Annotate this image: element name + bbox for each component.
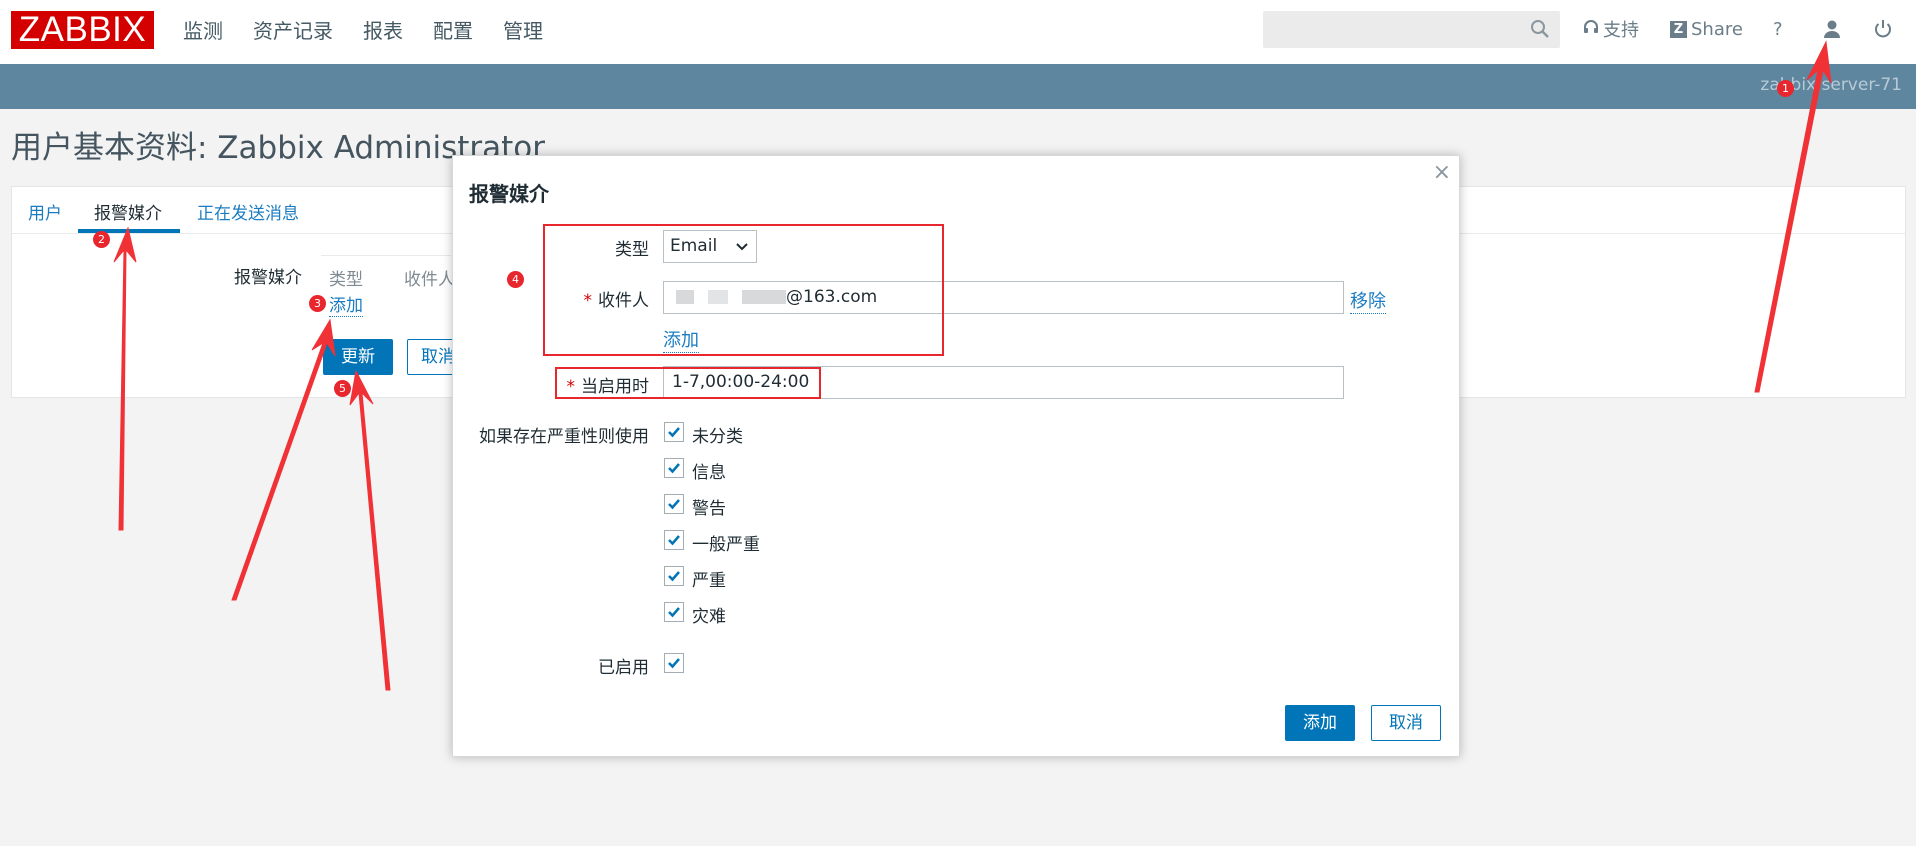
tab-user[interactable]: 用户 (28, 199, 62, 224)
media-add-link[interactable]: 添加 (329, 291, 363, 317)
type-label: 类型 (615, 240, 649, 260)
enabled-label: 已启用 (598, 658, 649, 678)
blurred-text (742, 290, 786, 304)
menu-item-inventory[interactable]: 资产记录 (253, 0, 333, 64)
search-input[interactable] (1263, 11, 1560, 48)
recipient-value: @163.com (786, 287, 878, 307)
annotation-marker-1: 1 (1777, 80, 1794, 97)
share-z-icon: Z (1670, 20, 1687, 38)
annotation-marker-5: 5 (334, 380, 351, 397)
severity-high-label: 严重 (692, 571, 726, 591)
media-column-type: 类型 (329, 270, 363, 290)
type-select[interactable]: Email (663, 230, 757, 263)
recipient-label-text: 收件人 (598, 291, 649, 311)
menu-item-configuration[interactable]: 配置 (433, 0, 473, 64)
active-tab-indicator (78, 229, 180, 233)
required-asterisk: * (566, 377, 576, 397)
severity-information-label: 信息 (692, 463, 726, 483)
blurred-text (708, 290, 728, 304)
menu-item-reports[interactable]: 报表 (363, 0, 403, 64)
zabbix-logo[interactable]: ZABBIX (11, 11, 154, 49)
annotation-marker-2: 2 (93, 231, 110, 248)
recipient-label: * 收件人 (493, 286, 650, 311)
tab-messaging[interactable]: 正在发送消息 (197, 199, 299, 224)
required-asterisk: * (583, 291, 593, 311)
dialog-cancel-button[interactable]: 取消 (1371, 705, 1441, 741)
severity-not-classified-checkbox[interactable] (664, 422, 684, 442)
chevron-down-icon (735, 231, 749, 273)
menu-item-monitoring[interactable]: 监测 (183, 0, 223, 64)
severity-disaster-checkbox[interactable] (664, 602, 684, 622)
severity-label: 如果存在严重性则使用 (479, 427, 649, 447)
menu-item-administration[interactable]: 管理 (503, 0, 543, 64)
share-label: Share (1691, 18, 1743, 40)
tab-media[interactable]: 报警媒介 (94, 199, 162, 224)
when-active-label: * 当启用时 (493, 372, 650, 397)
media-dialog: 报警媒介 × 类型 Email * 收件人 @163.com 移除 添加 * 当启用… (452, 155, 1460, 757)
dialog-title: 报警媒介 (469, 182, 549, 206)
user-profile-icon[interactable] (1822, 0, 1842, 58)
headset-icon (1583, 19, 1599, 40)
media-column-recipient: 收件人 (404, 270, 455, 290)
media-field-label: 报警媒介 (234, 268, 302, 288)
share-link[interactable]: Z Share (1670, 0, 1743, 58)
blurred-text (676, 290, 694, 304)
help-icon[interactable]: ? (1773, 0, 1783, 58)
annotation-marker-3: 3 (309, 295, 326, 312)
severity-not-classified-label: 未分类 (692, 427, 743, 447)
support-label: 支持 (1603, 20, 1639, 41)
enabled-checkbox[interactable] (664, 653, 684, 673)
severity-average-checkbox[interactable] (664, 530, 684, 550)
add-recipient-link[interactable]: 添加 (663, 326, 699, 353)
server-status-bar: zabbix server-71 (0, 64, 1916, 109)
severity-high-checkbox[interactable] (664, 566, 684, 586)
media-list-divider (321, 255, 451, 256)
dialog-add-button[interactable]: 添加 (1285, 705, 1355, 741)
annotation-marker-4: 4 (507, 271, 524, 288)
sign-out-icon[interactable] (1873, 0, 1893, 58)
top-navigation-bar: ZABBIX 监测 资产记录 报表 配置 管理 支持 Z Share ? (0, 0, 1916, 64)
close-icon[interactable]: × (1433, 160, 1451, 185)
type-select-value: Email (670, 236, 718, 256)
when-active-label-text: 当启用时 (581, 377, 649, 397)
remove-recipient-link[interactable]: 移除 (1350, 287, 1386, 314)
update-button[interactable]: 更新 (323, 339, 393, 375)
when-active-input[interactable]: 1-7,00:00-24:00 (663, 366, 1344, 399)
help-label: ? (1773, 18, 1783, 40)
when-active-value: 1-7,00:00-24:00 (672, 372, 810, 392)
search-icon[interactable] (1530, 19, 1550, 43)
support-link[interactable]: 支持 (1583, 0, 1639, 58)
severity-warning-label: 警告 (692, 499, 726, 519)
severity-average-label: 一般严重 (692, 535, 760, 555)
main-menu: 监测 资产记录 报表 配置 管理 (183, 0, 573, 64)
severity-warning-checkbox[interactable] (664, 494, 684, 514)
severity-disaster-label: 灾难 (692, 607, 726, 627)
severity-information-checkbox[interactable] (664, 458, 684, 478)
recipient-input[interactable]: @163.com (663, 281, 1344, 314)
